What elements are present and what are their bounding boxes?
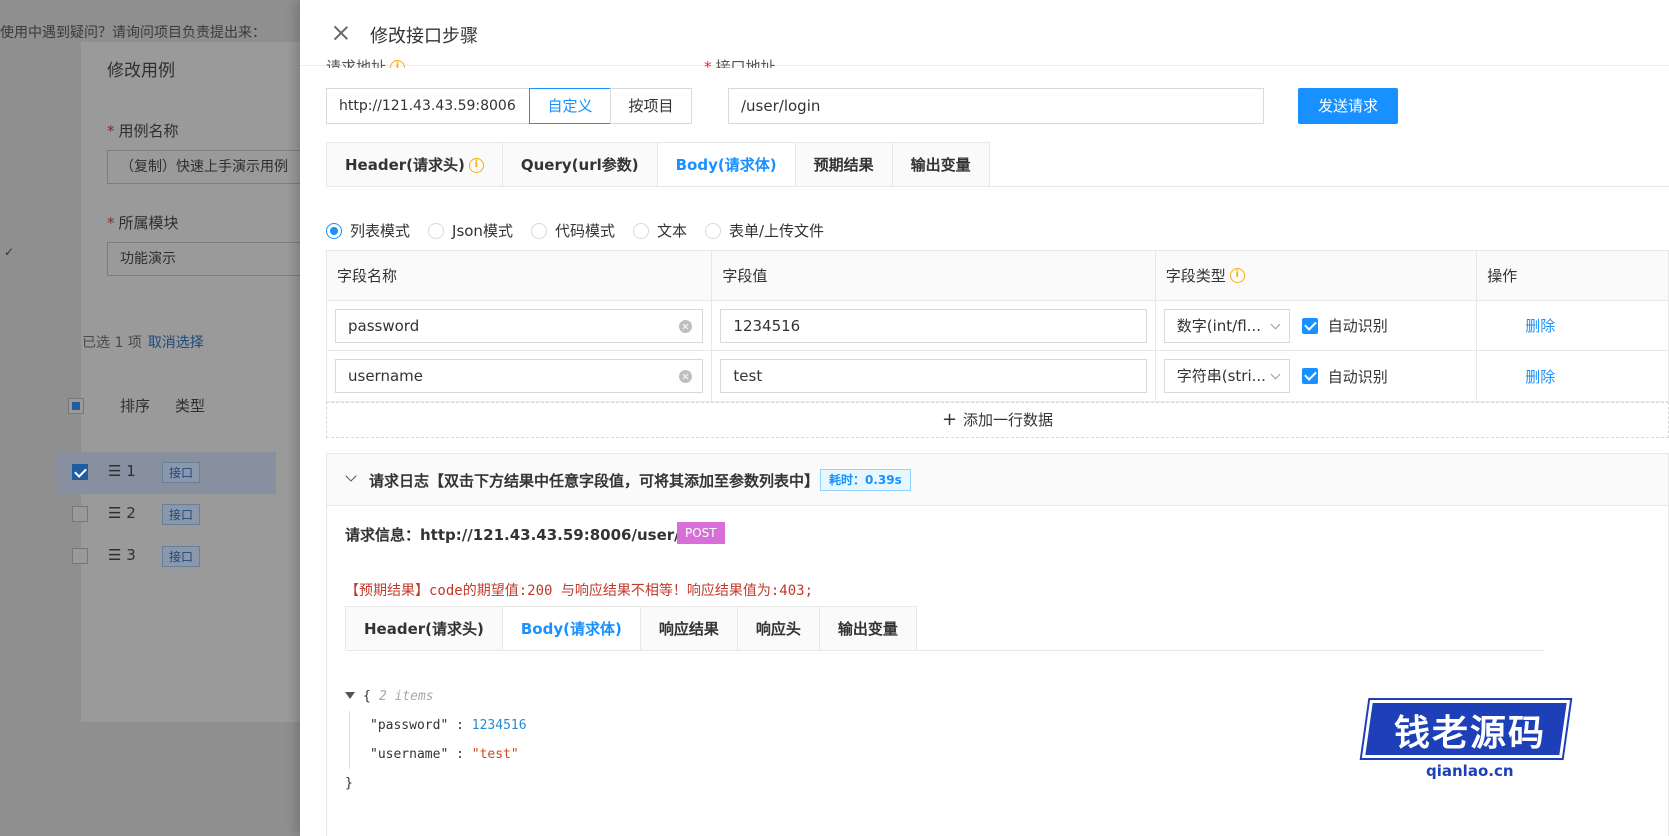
tab-response-result[interactable]: 响应结果: [639, 606, 738, 650]
collapse-marker-icon: ✓: [4, 245, 15, 259]
column-header: 操作: [1487, 267, 1518, 285]
background-notice: 使用中遇到疑问？请询问项目负责提出来：: [0, 25, 266, 41]
table-row[interactable]: ☰ 3 接口: [56, 536, 276, 578]
row-order: ☰ 2: [108, 504, 136, 522]
case-name-label: * 用例名称: [107, 122, 179, 140]
tab-expected-result[interactable]: 预期结果: [794, 142, 893, 186]
project-address-button[interactable]: 按项目: [610, 88, 692, 124]
body-mode-radio-group: 列表模式 Json模式 代码模式 文本 表单/上传文件: [326, 220, 842, 241]
tabs-divider: [345, 650, 1545, 651]
radio-code-mode[interactable]: 代码模式: [530, 220, 615, 241]
api-path-input[interactable]: /user/login: [728, 88, 1264, 124]
api-address-label: * 接口地址: [704, 58, 776, 68]
column-header: 字段类型 i: [1156, 251, 1478, 300]
request-log-header[interactable]: 请求日志【双击下方结果中任意字段值，可将其添加至参数列表中】 耗时：0.39s: [327, 454, 1668, 506]
row-checkbox[interactable]: [72, 464, 88, 480]
method-badge: POST: [677, 522, 725, 544]
info-icon: i: [468, 158, 484, 173]
radio-form-mode[interactable]: 表单/上传文件: [704, 220, 824, 241]
drawer-title: 修改接口步骤: [370, 26, 478, 47]
tab-response-headers[interactable]: 响应头: [736, 606, 820, 650]
select-all-checkbox[interactable]: [68, 398, 84, 414]
request-info: 请求信息：http://121.43.43.59:8006/user/login: [345, 526, 722, 544]
tab-query[interactable]: Query(url参数): [501, 142, 658, 186]
background-overlay: 使用中遇到疑问？请询问项目负责提出来： ✓ 修改用例 * 用例名称 （复制）快速上…: [0, 0, 300, 836]
table-row[interactable]: ☰ 2 接口: [56, 494, 276, 536]
json-viewer: {2 items "password" : 1234516 "username"…: [345, 689, 527, 791]
row-order: ☰ 1: [108, 462, 136, 480]
row-type-tag: 接口: [162, 546, 201, 567]
close-icon[interactable]: [330, 22, 352, 44]
drawer-header: 修改接口步骤: [300, 0, 1669, 66]
info-icon: i: [390, 60, 406, 68]
module-label: * 所属模块: [107, 214, 179, 232]
cancel-selection-link[interactable]: 取消选择: [148, 335, 204, 351]
chevron-down-icon: [1270, 319, 1281, 329]
tab-output-variables[interactable]: 输出变量: [891, 142, 990, 186]
field-name-input[interactable]: password: [335, 308, 704, 343]
request-address-label: 请求地址 i: [326, 54, 406, 68]
delete-row-link[interactable]: 删除: [1525, 366, 1555, 387]
add-row-button[interactable]: + 添加一行数据: [326, 402, 1669, 438]
chevron-down-icon[interactable]: [345, 470, 357, 482]
json-entry[interactable]: "username" : "test": [370, 740, 527, 769]
send-request-button[interactable]: 发送请求: [1298, 88, 1398, 124]
clear-icon[interactable]: [679, 319, 693, 333]
row-type-tag: 接口: [162, 504, 201, 525]
clear-icon[interactable]: [679, 370, 693, 383]
elapsed-time-badge: 耗时：0.39s: [820, 469, 911, 491]
column-header: 字段值: [712, 251, 1156, 300]
field-type-select[interactable]: 字符串(stri...: [1163, 359, 1290, 393]
row-type-tag: 接口: [162, 462, 201, 483]
response-tabs: Header(请求头) Body(请求体) 响应结果 响应头 输出变量: [345, 606, 917, 650]
selection-summary: 已选 1 项取消选择: [82, 335, 204, 351]
radio-json-mode[interactable]: Json模式: [428, 220, 513, 241]
params-table: 字段名称 字段值 字段类型 i 操作 password 1234516 数字(in…: [326, 250, 1669, 402]
base-url-input[interactable]: http://121.43.43.59:8006: [326, 88, 530, 124]
json-entry[interactable]: "password" : 1234516: [370, 711, 527, 740]
tab-body[interactable]: Body(请求体): [656, 142, 796, 186]
plus-icon: +: [941, 409, 958, 430]
params-table-header: 字段名称 字段值 字段类型 i 操作: [327, 251, 1668, 301]
table-row: username test 字符串(stri... 自动识别 删除: [327, 351, 1668, 401]
auto-detect-checkbox[interactable]: [1301, 317, 1318, 334]
collapse-toggle-icon[interactable]: [345, 692, 355, 699]
field-value-input[interactable]: 1234516: [720, 308, 1147, 343]
tabs-divider: [326, 186, 1669, 187]
tab-response-output[interactable]: 输出变量: [818, 606, 917, 650]
table-row: password 1234516 数字(int/fl... 自动识别 删除: [327, 301, 1668, 351]
field-value-input[interactable]: test: [720, 359, 1147, 393]
request-log-title: 请求日志【双击下方结果中任意字段值，可将其添加至参数列表中】: [369, 472, 820, 490]
column-header: 字段名称: [327, 251, 713, 300]
background-dialog: 修改用例 * 用例名称 （复制）快速上手演示用例 * 所属模块 功能演示: [81, 42, 300, 722]
radio-list-mode[interactable]: 列表模式: [326, 220, 410, 241]
expected-result-message: 【预期结果】code的期望值:200 与响应结果不相等！响应结果值为:403;: [345, 583, 814, 599]
chevron-down-icon: [1270, 369, 1281, 380]
tab-response-body[interactable]: Body(请求体): [501, 606, 641, 650]
background-dialog-title: 修改用例: [107, 61, 175, 81]
field-name-input[interactable]: username: [335, 359, 704, 393]
case-name-input[interactable]: （复制）快速上手演示用例: [107, 150, 300, 184]
tab-header[interactable]: Header(请求头) i: [326, 142, 503, 186]
table-row[interactable]: ☰ 1 接口: [56, 452, 276, 494]
auto-detect-checkbox[interactable]: [1301, 368, 1318, 384]
watermark-logo: 钱老源码 qianlao.cn: [1361, 690, 1571, 782]
field-type-select[interactable]: 数字(int/fl...: [1163, 308, 1290, 343]
request-tabs: Header(请求头) i Query(url参数) Body(请求体) 预期结果…: [326, 142, 990, 186]
delete-row-link[interactable]: 删除: [1525, 315, 1555, 336]
radio-text-mode[interactable]: 文本: [632, 220, 687, 241]
row-checkbox[interactable]: [72, 506, 88, 522]
row-checkbox[interactable]: [72, 548, 88, 564]
info-icon: i: [1229, 268, 1245, 283]
custom-address-button[interactable]: 自定义: [529, 88, 611, 124]
tab-response-header[interactable]: Header(请求头): [345, 606, 503, 650]
module-select[interactable]: 功能演示: [107, 242, 300, 276]
row-order: ☰ 3: [108, 546, 136, 564]
